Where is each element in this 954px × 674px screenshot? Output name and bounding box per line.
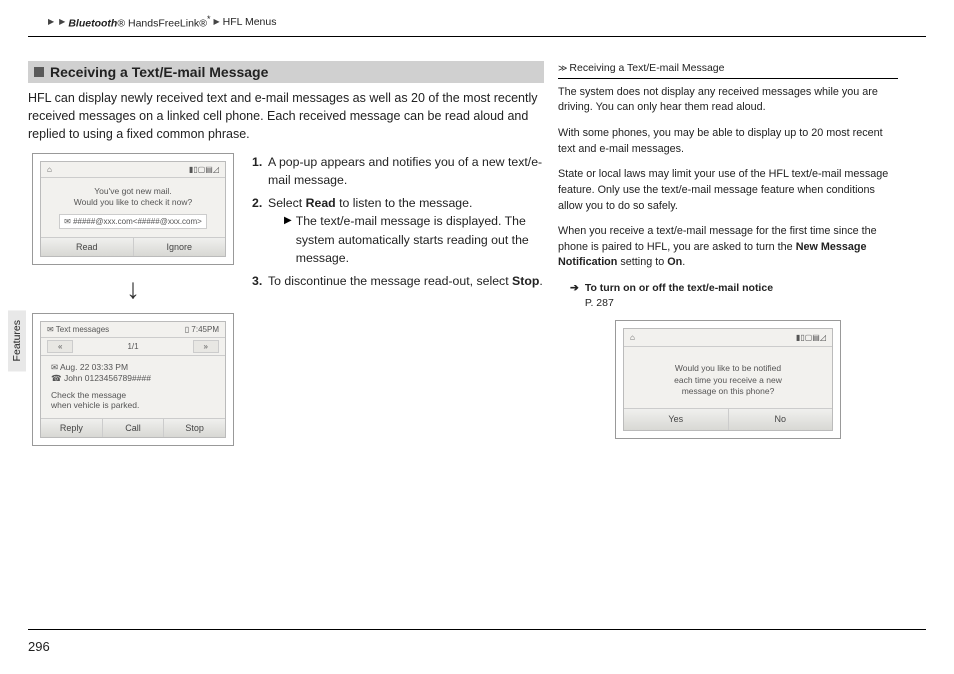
ignore-button: Ignore	[134, 238, 226, 256]
section-heading: Receiving a Text/E-mail Message	[28, 61, 544, 83]
step2-sub: The text/e-mail message is displayed. Th…	[296, 212, 544, 267]
bc-hfl: HandsFreeLink	[125, 18, 199, 30]
popup-line1: You've got new mail.	[51, 186, 215, 197]
bc-menus: HFL Menus	[223, 16, 277, 28]
breadcrumb: ▶▶ Bluetooth® HandsFreeLink®* ▶ HFL Menu…	[28, 14, 926, 30]
divider	[28, 36, 926, 37]
side-p4: When you receive a text/e-mail message f…	[558, 224, 898, 271]
prev-button: «	[47, 340, 73, 353]
xref-title: To turn on or off the text/e-mail notice	[585, 282, 773, 294]
next-button: »	[193, 340, 219, 353]
footnote-star: *	[207, 14, 211, 24]
arrow-icon: ▶	[48, 17, 54, 26]
step2-a: Select	[268, 196, 306, 210]
divider-bottom	[28, 629, 926, 630]
status-icons: ▮▯▢▤◿	[189, 165, 219, 174]
features-tab: Features	[8, 310, 26, 371]
sidebar-title: ≫ Receiving a Text/E-mail Message	[558, 61, 898, 79]
section-title-text: Receiving a Text/E-mail Message	[50, 64, 268, 80]
yes-button: Yes	[624, 409, 729, 430]
status-icons: ▮▯▢▤◿	[796, 332, 826, 344]
home-icon: ⌂	[47, 165, 52, 174]
notify-l1: Would you like to be notified	[642, 363, 814, 374]
notify-l2: each time you receive a new	[642, 375, 814, 386]
step3-stop: Stop	[512, 274, 539, 288]
notify-l3: message on this phone?	[642, 386, 814, 397]
intro-paragraph: HFL can display newly received text and …	[28, 89, 544, 143]
step-1: 1.A pop-up appears and notifies you of a…	[252, 153, 544, 190]
double-arrow-icon: ≫	[558, 62, 565, 75]
msg-body-l2: when vehicle is parked.	[51, 400, 215, 410]
call-button: Call	[103, 419, 165, 437]
popup-email: ✉ #####@xxx.com<#####@xxx.com>	[59, 214, 207, 229]
reply-button: Reply	[41, 419, 103, 437]
step-2: 2.Select Read to listen to the message. …	[252, 194, 544, 268]
side-p3: State or local laws may limit your use o…	[558, 167, 898, 214]
status-time: ▯ 7:45PM	[185, 325, 219, 334]
reg-mark: ®	[199, 18, 207, 30]
arrow-icon: ▶	[59, 17, 65, 26]
xref-icon: ➔	[570, 281, 579, 311]
text-messages-title: ✉ Text messages	[47, 325, 109, 334]
square-bullet-icon	[34, 67, 44, 77]
xref-page: P. 287	[585, 297, 614, 309]
step2-read: Read	[306, 196, 336, 210]
home-icon: ⌂	[630, 332, 635, 344]
step2-c: to listen to the message.	[336, 196, 473, 210]
msg-sender: ☎ John 0123456789####	[51, 373, 215, 384]
reg-mark: ®	[117, 18, 125, 30]
screenshot-frame-3: ⌂ ▮▯▢▤◿ Would you like to be notified ea…	[615, 320, 841, 439]
msg-timestamp: ✉ Aug. 22 03:33 PM	[51, 362, 215, 373]
screenshot-frame-2: ✉ Text messages ▯ 7:45PM « 1/1 » ✉ Aug. …	[32, 313, 234, 446]
steps-list: 1.A pop-up appears and notifies you of a…	[252, 153, 544, 446]
msg-body-l1: Check the message	[51, 390, 215, 400]
page-number: 296	[28, 639, 50, 654]
xref: ➔ To turn on or off the text/e-mail noti…	[570, 281, 898, 311]
arrow-icon: ▶	[213, 17, 219, 26]
bc-bluetooth: Bluetooth	[68, 18, 117, 30]
triangle-bullet-icon: ▶	[284, 212, 292, 267]
step-3: 3.To discontinue the message read-out, s…	[252, 272, 544, 290]
page-count: 1/1	[77, 342, 188, 351]
step3-c: .	[539, 274, 542, 288]
screenshot-frame-1: ⌂ ▮▯▢▤◿ You've got new mail. Would you l…	[32, 153, 234, 265]
side-p2: With some phones, you may be able to dis…	[558, 126, 898, 157]
down-arrow-icon: ↓	[28, 273, 238, 305]
step3-a: To discontinue the message read-out, sel…	[268, 274, 512, 288]
read-button: Read	[41, 238, 134, 256]
side-p1: The system does not display any received…	[558, 85, 898, 116]
popup-line2: Would you like to check it now?	[51, 197, 215, 208]
sidebar-title-text: Receiving a Text/E-mail Message	[569, 61, 724, 76]
stop-button: Stop	[164, 419, 225, 437]
step1-text: A pop-up appears and notifies you of a n…	[268, 155, 542, 187]
no-button: No	[729, 409, 833, 430]
